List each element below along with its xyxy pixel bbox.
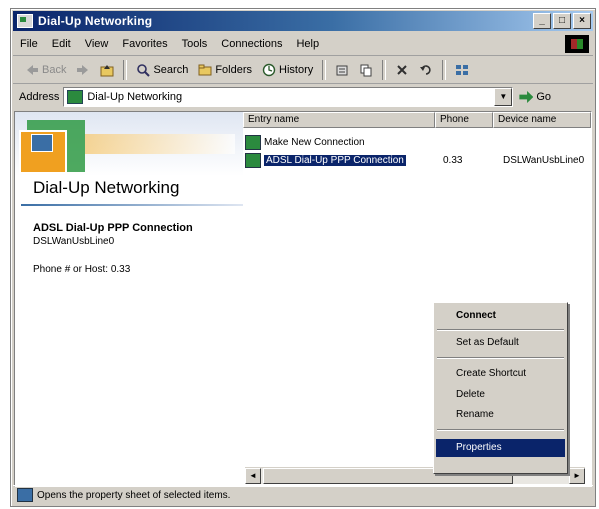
menu-item-rename[interactable]: Rename [436,406,565,424]
toolbar-separator [382,60,387,80]
views-button[interactable] [451,61,473,79]
entry-phone: 0.33 [443,154,463,166]
status-icon [17,488,33,502]
address-label: Address [19,91,60,103]
pane-title: Dial-Up Networking [33,178,180,197]
copy-to-icon [360,64,372,77]
window-controls: _ □ × [533,13,591,29]
history-label: History [279,64,314,76]
folders-button[interactable]: Folders [194,61,256,79]
address-value: Dial-Up Networking [87,91,183,103]
move-to-icon [336,65,348,76]
list-header: Entry name Phone Device name [243,112,591,128]
address-dropdown-button[interactable]: ▼ [494,88,513,106]
folders-label: Folders [215,64,253,76]
history-icon [262,63,276,77]
dialup-banner-graphic [15,112,243,176]
menu-separator [437,429,564,431]
toolbar-separator [123,60,128,80]
delete-button[interactable] [391,61,413,79]
entry-name: ADSL Dial-Up PPP Connection [264,154,406,166]
forward-button[interactable] [72,61,94,79]
address-input[interactable]: Dial-Up Networking ▼ [63,87,514,107]
connection-icon [245,152,261,168]
go-arrow-icon [519,91,534,103]
undo-icon [420,65,431,75]
menu-item-create-shortcut[interactable]: Create Shortcut [436,365,565,383]
folders-icon [198,64,212,76]
entry-name: Make New Connection [264,136,365,148]
menu-item-set-as-default[interactable]: Set as Default [436,334,565,352]
dialup-folder-icon [17,14,33,28]
menu-item-connect[interactable]: Connect [436,307,565,325]
search-label: Search [153,64,189,76]
go-button[interactable]: Go [519,91,551,103]
search-icon [137,64,151,77]
menu-help[interactable]: Help [289,38,326,50]
title-bar[interactable]: Dial-Up Networking _ □ × [13,11,593,31]
up-folder-icon [100,65,114,77]
make-new-connection-icon [245,134,261,150]
column-device-name[interactable]: Device name [493,112,591,128]
windows-logo-icon [565,35,589,53]
history-button[interactable]: History [258,61,317,79]
menu-favorites[interactable]: Favorites [115,38,174,50]
views-icon [456,65,469,75]
status-bar: Opens the property sheet of selected ite… [13,485,593,504]
title-divider [21,204,243,206]
toolbar-separator [442,60,447,80]
list-item[interactable]: ADSL Dial-Up PPP Connection 0.33 DSLWanU… [245,152,585,168]
back-label: Back [42,64,67,76]
delete-x-icon [397,65,407,75]
back-arrow-icon [27,65,38,75]
entry-device: DSLWanUsbLine0 [503,154,585,166]
dialup-folder-icon [67,90,84,104]
go-label: Go [536,91,552,103]
back-button[interactable]: Back [21,61,70,79]
menu-bar: File Edit View Favorites Tools Connectio… [13,33,593,56]
maximize-button[interactable]: □ [553,13,571,29]
menu-item-delete[interactable]: Delete [436,386,565,404]
list-item[interactable]: Make New Connection [245,134,365,150]
context-menu: Connect Set as Default Create Shortcut D… [433,302,568,474]
menu-item-properties[interactable]: Properties [436,439,565,457]
scroll-left-button[interactable]: ◄ [245,468,261,484]
menu-tools[interactable]: Tools [175,38,215,50]
selected-connection-phone: Phone # or Host: 0.33 [33,264,131,275]
column-phone[interactable]: Phone [435,112,493,128]
toolbar-separator [322,60,327,80]
explorer-window: Dial-Up Networking _ □ × File Edit View … [10,8,596,507]
scroll-right-button[interactable]: ► [569,468,585,484]
forward-arrow-icon [77,65,89,75]
window-title: Dial-Up Networking [38,14,153,28]
address-bar: Address Dial-Up Networking ▼ Go [13,85,593,109]
minimize-button[interactable]: _ [533,13,551,29]
folder-content: Dial-Up Networking ADSL Dial-Up PPP Conn… [14,111,592,487]
menu-file[interactable]: File [13,38,45,50]
menu-connections[interactable]: Connections [214,38,289,50]
status-text: Opens the property sheet of selected ite… [37,489,231,501]
selected-connection-device: DSLWanUsbLine0 [33,236,115,247]
up-folder-button[interactable] [96,61,118,79]
search-button[interactable]: Search [132,61,192,79]
network-icon [31,134,53,152]
move-to-button[interactable] [331,61,353,79]
undo-button[interactable] [415,61,437,79]
menu-edit[interactable]: Edit [45,38,78,50]
menu-separator [437,357,564,359]
menu-separator [437,329,564,331]
copy-to-button[interactable] [355,61,377,79]
selected-connection-name: ADSL Dial-Up PPP Connection [33,222,193,234]
toolbar: Back Search Folders History [13,57,593,84]
menu-view[interactable]: View [78,38,116,50]
close-button[interactable]: × [573,13,591,29]
webview-pane: Dial-Up Networking ADSL Dial-Up PPP Conn… [15,112,243,486]
column-entry-name[interactable]: Entry name [243,112,435,128]
